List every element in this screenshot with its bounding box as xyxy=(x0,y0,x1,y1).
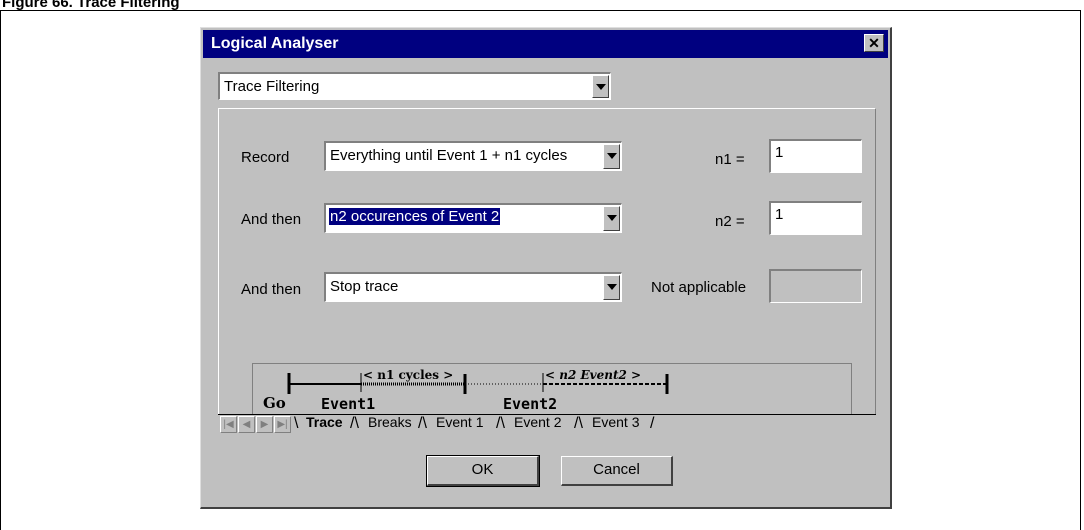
tab-trace[interactable]: Trace xyxy=(306,414,343,430)
tab-separator: / xyxy=(650,415,655,432)
tab-event-2[interactable]: Event 2 xyxy=(514,414,561,430)
tab-separator: /\ xyxy=(574,415,583,432)
mode-select[interactable]: Trace Filtering xyxy=(218,72,611,100)
and-then-label-2: And then xyxy=(241,281,302,298)
title-bar[interactable]: Logical Analyser ✕ xyxy=(203,30,888,58)
close-icon: ✕ xyxy=(868,35,880,51)
and-then-label-1: And then xyxy=(241,211,302,228)
tab-separator: /\ xyxy=(350,415,359,432)
tab-separator: \ xyxy=(294,415,299,432)
not-applicable-label: Not applicable xyxy=(651,279,747,296)
mode-select-value: Trace Filtering xyxy=(224,78,320,95)
n1-value: 1 xyxy=(775,144,784,161)
prev-tab-icon[interactable]: ◀ xyxy=(238,416,255,433)
n2-value: 1 xyxy=(775,206,784,223)
next-tab-icon[interactable]: ▶ xyxy=(256,416,273,433)
and-then-select-1[interactable]: n2 occurences of Event 2 xyxy=(324,203,622,233)
first-tab-icon[interactable]: |◀ xyxy=(220,416,237,433)
and-then-select-1-value: n2 occurences of Event 2 xyxy=(329,208,501,225)
go-label: Go xyxy=(263,394,286,412)
dialog-title: Logical Analyser xyxy=(211,35,339,52)
ok-button[interactable]: OK xyxy=(426,455,540,487)
record-label: Record xyxy=(241,149,290,166)
record-select-value: Everything until Event 1 + n1 cycles xyxy=(330,147,568,164)
chevron-down-icon[interactable] xyxy=(603,275,620,300)
chevron-down-icon[interactable] xyxy=(603,144,620,169)
and-then-select-2[interactable]: Stop trace xyxy=(324,272,622,302)
n2-event2-label: < n2 Event2 > xyxy=(545,368,641,382)
n2-field[interactable]: 1 xyxy=(769,201,862,235)
trace-timeline-diagram: < n1 cycles > < n2 Event2 > Go Event1 Ev… xyxy=(252,363,852,415)
cancel-button[interactable]: Cancel xyxy=(561,456,673,486)
trace-panel: Record Everything until Event 1 + n1 cyc… xyxy=(218,108,876,415)
event2-label: Event2 xyxy=(503,395,557,413)
n1-label: n1 = xyxy=(715,151,745,168)
and-then-select-2-value: Stop trace xyxy=(330,278,399,295)
event1-label: Event1 xyxy=(321,395,375,413)
selected-option: n2 occurences of Event 2 xyxy=(329,208,501,225)
n2-label: n2 = xyxy=(715,213,745,230)
close-button[interactable]: ✕ xyxy=(864,34,884,52)
tab-separator: /\ xyxy=(418,415,427,432)
tab-breaks[interactable]: Breaks xyxy=(368,414,412,430)
disabled-field xyxy=(769,269,862,303)
chevron-down-icon[interactable] xyxy=(592,75,609,98)
timeline-svg: < n1 cycles > < n2 Event2 > Go Event1 Ev… xyxy=(263,368,669,413)
tab-event-1[interactable]: Event 1 xyxy=(436,414,483,430)
logical-analyser-dialog: Logical Analyser ✕ Trace Filtering Recor… xyxy=(200,27,892,509)
tab-bar: |◀ ◀ ▶ ▶| \ Trace /\ Breaks /\ Event 1 /… xyxy=(218,414,876,438)
n1-cycles-label: < n1 cycles > xyxy=(363,368,453,382)
tab-separator: /\ xyxy=(496,415,505,432)
record-select[interactable]: Everything until Event 1 + n1 cycles xyxy=(324,141,622,171)
tab-event-3[interactable]: Event 3 xyxy=(592,414,639,430)
last-tab-icon[interactable]: ▶| xyxy=(274,416,291,433)
chevron-down-icon[interactable] xyxy=(603,206,620,231)
n1-field[interactable]: 1 xyxy=(769,139,862,173)
